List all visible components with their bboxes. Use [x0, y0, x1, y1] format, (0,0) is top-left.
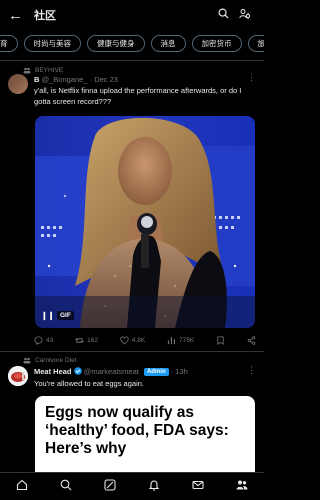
repost-button[interactable]: 162 — [75, 336, 98, 345]
reply-button[interactable]: 43 — [34, 336, 53, 345]
bottom-nav — [0, 472, 264, 500]
community-context[interactable]: BEYHIVE — [23, 67, 63, 74]
community-name: BEYHIVE — [35, 67, 64, 74]
like-icon — [120, 336, 129, 345]
chip-category[interactable]: 加密货币 — [191, 35, 242, 52]
chip-category[interactable]: 健康与健身 — [87, 35, 145, 52]
messages-icon[interactable] — [192, 478, 204, 496]
avatar[interactable] — [8, 366, 28, 386]
post-text: y'all, is Netflix finna upload the perfo… — [34, 86, 242, 106]
search-icon[interactable] — [212, 8, 234, 22]
admin-badge: Admin — [143, 368, 169, 376]
community-settings-icon[interactable] — [234, 8, 256, 23]
post-actions: 43 162 4.8K 778K — [34, 336, 256, 345]
post-meta: B @_Bongane_ · Dec 23 — [34, 75, 118, 84]
more-icon[interactable]: ⋮ — [247, 365, 256, 376]
category-chips: 育时尚与美容健康与健身消息加密货币旅行 — [0, 35, 264, 53]
repost-icon — [75, 338, 84, 343]
reply-count: 43 — [46, 337, 54, 344]
communities-icon[interactable] — [236, 478, 248, 496]
chip-category[interactable]: 育 — [0, 35, 18, 52]
bookmark-icon — [217, 336, 224, 345]
author-name[interactable]: B — [34, 75, 39, 84]
separator-dot: · — [170, 367, 174, 376]
like-button[interactable]: 4.8K — [120, 336, 145, 345]
performance-image — [35, 116, 255, 328]
community-context[interactable]: Carnivore Diet — [23, 357, 77, 364]
community-icon — [23, 67, 31, 74]
community-icon — [23, 357, 31, 364]
post-date: Dec 23 — [94, 75, 118, 84]
author-name[interactable]: Meat Head — [34, 367, 72, 376]
share-button[interactable] — [247, 336, 256, 345]
divider — [0, 351, 264, 352]
like-count: 4.8K — [131, 337, 146, 344]
verified-badge-icon — [73, 367, 82, 375]
author-handle[interactable]: @markeatsmeat — [84, 367, 139, 376]
gif-label: GIF — [57, 311, 74, 320]
back-arrow-icon[interactable]: ← — [8, 7, 28, 24]
views-icon — [167, 336, 176, 345]
post-meta: Meat Head @markeatsmeat Admin · 13h — [34, 367, 188, 376]
page-title: 社区 — [34, 10, 56, 22]
explore-icon[interactable] — [60, 478, 72, 496]
card-headline: Eggs now qualify as ‘healthy’ food, FDA … — [45, 404, 229, 457]
repost-count: 162 — [87, 337, 98, 344]
grok-icon[interactable] — [104, 478, 116, 496]
share-icon — [247, 336, 256, 345]
top-bar: ← 社区 — [0, 0, 264, 30]
notifications-icon[interactable] — [148, 478, 160, 496]
bookmark-button[interactable] — [216, 336, 225, 345]
gif-media[interactable]: ❙❙ GIF — [35, 116, 255, 328]
separator-dot: · — [89, 75, 93, 84]
author-handle[interactable]: @_Bongane_ — [42, 75, 88, 84]
link-card[interactable]: Eggs now qualify as ‘healthy’ food, FDA … — [35, 396, 255, 476]
avatar[interactable] — [8, 74, 28, 94]
post-text: You're allowed to eat eggs again. — [34, 379, 144, 388]
post-time: 13h — [175, 367, 188, 376]
chip-category[interactable]: 时尚与美容 — [23, 35, 81, 52]
avatar-image — [8, 366, 28, 386]
views-button[interactable]: 778K — [167, 336, 194, 345]
more-icon[interactable]: ⋮ — [247, 72, 256, 83]
divider — [0, 60, 264, 61]
pause-icon[interactable]: ❙❙ — [41, 311, 54, 320]
chip-category[interactable]: 消息 — [150, 35, 186, 52]
community-name: Carnivore Diet — [35, 357, 77, 364]
chip-category[interactable]: 旅行 — [247, 35, 264, 52]
reply-icon — [34, 336, 43, 345]
view-count: 778K — [179, 337, 195, 344]
home-icon[interactable] — [16, 478, 28, 496]
